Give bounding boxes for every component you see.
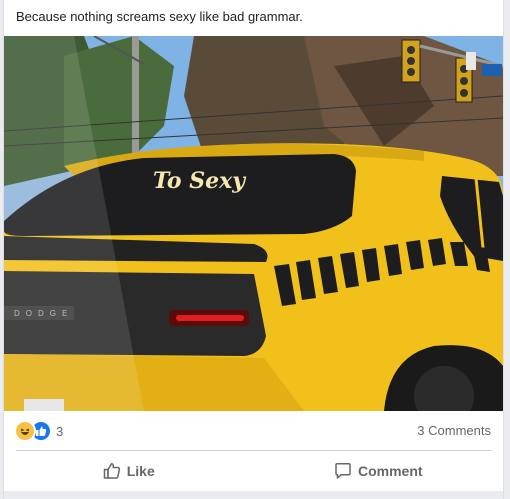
divider: [16, 450, 491, 451]
comment-button[interactable]: Comment: [254, 455, 504, 487]
car-brand-text: DODGE: [14, 309, 73, 318]
post-footer-gap: [4, 491, 503, 499]
reaction-count: 3: [56, 423, 64, 439]
like-button[interactable]: Like: [4, 455, 254, 487]
post-photo[interactable]: To Sexy DODGE: [4, 36, 503, 411]
facebook-post: Because nothing screams sexy like bad gr…: [3, 0, 504, 499]
comment-bubble-icon: [335, 463, 351, 479]
post-actions: Like Comment: [4, 455, 503, 487]
reaction-summary[interactable]: 3: [14, 420, 63, 442]
haha-icon: [14, 420, 36, 442]
comments-count-link[interactable]: 3 Comments: [417, 423, 491, 438]
thumbs-up-icon: [103, 463, 120, 479]
like-label: Like: [126, 463, 155, 479]
windshield-decal-text: To Sexy: [153, 168, 247, 194]
comment-label: Comment: [357, 463, 423, 479]
post-caption: Because nothing screams sexy like bad gr…: [16, 9, 303, 24]
car-photo-illustration: To Sexy DODGE: [4, 36, 503, 411]
